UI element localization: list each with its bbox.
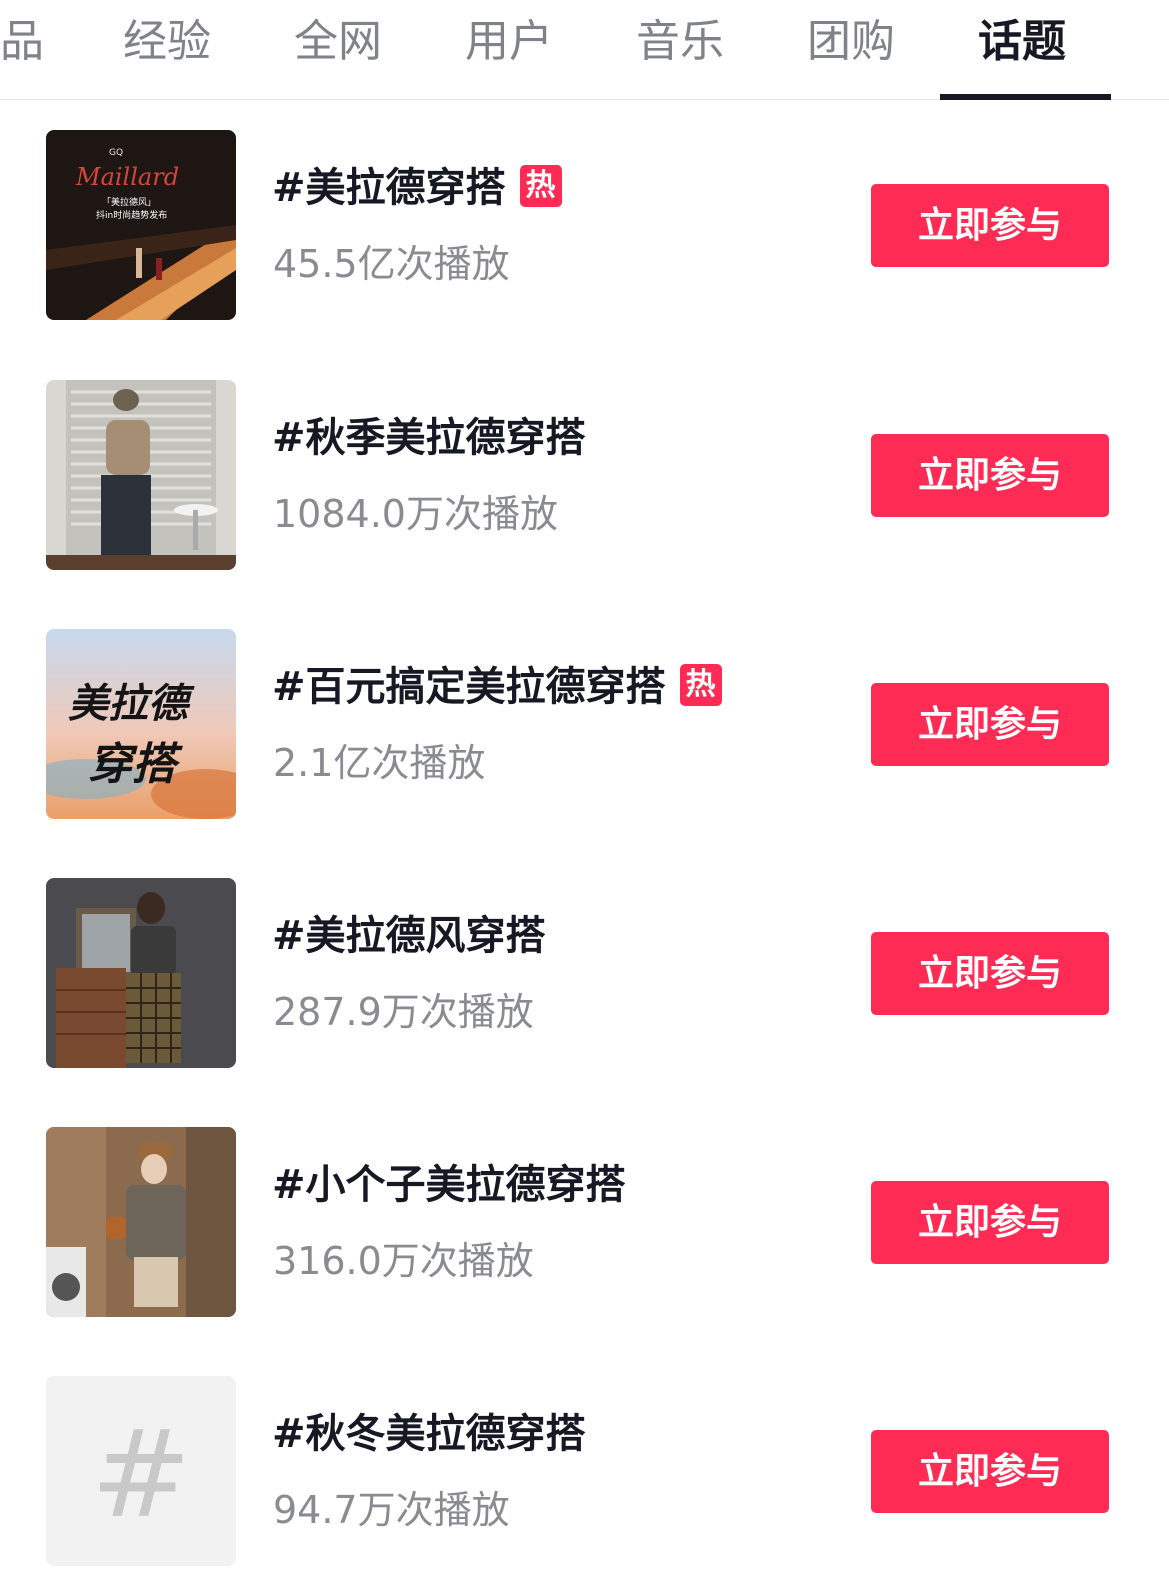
topic-item[interactable]: GQ Maillard 「美拉德风」 抖in时尚趋势发布 #美拉德穿搭热 45.… [0, 130, 1169, 320]
hot-badge: 热 [679, 664, 722, 706]
topic-play-count: 287.9万次播放 [273, 990, 534, 1034]
join-topic-button[interactable]: 立即参与 [871, 1181, 1109, 1264]
topic-title[interactable]: #小个子美拉德穿搭 [272, 1159, 626, 1211]
tab-topics[interactable]: 话题 [978, 12, 1066, 72]
topic-title-text: #秋季美拉德穿搭 [272, 415, 586, 461]
topic-title[interactable]: #百元搞定美拉德穿搭热 [272, 661, 722, 713]
script-title-text: Maillard [75, 163, 179, 191]
topic-play-count: 316.0万次播放 [273, 1239, 534, 1283]
topic-title[interactable]: #秋冬美拉德穿搭 [272, 1408, 586, 1460]
join-topic-button[interactable]: 立即参与 [871, 434, 1109, 517]
brand-logo-text: GQ [109, 148, 123, 158]
topic-thumbnail-image: 美拉德 穿搭 [46, 629, 236, 819]
topic-title-text: #百元搞定美拉德穿搭 [272, 664, 666, 710]
hashtag-placeholder-symbol: # [91, 1406, 192, 1545]
thumbnail-caption: 「美拉德风」 [102, 196, 156, 208]
topic-thumbnail[interactable]: # [46, 1376, 236, 1566]
thumbnail-title-text: 美拉德 [68, 680, 195, 727]
topic-title-text: #美拉德风穿搭 [272, 913, 546, 959]
topic-thumbnail[interactable]: GQ Maillard 「美拉德风」 抖in时尚趋势发布 [46, 130, 236, 320]
topic-thumbnail[interactable] [46, 380, 236, 570]
topic-play-count: 94.7万次播放 [273, 1488, 510, 1532]
topic-play-count: 45.5亿次播放 [273, 242, 510, 286]
hot-badge: 热 [519, 165, 562, 207]
topic-thumbnail-image [46, 380, 236, 570]
topic-play-count: 2.1亿次播放 [273, 741, 486, 785]
join-topic-button[interactable]: 立即参与 [871, 932, 1109, 1015]
join-topic-button[interactable]: 立即参与 [871, 184, 1109, 267]
search-tab-bar: 品 经验 全网 用户 音乐 团购 话题 [0, 0, 1169, 100]
topic-thumbnail[interactable] [46, 878, 236, 1068]
topic-thumbnail-image: GQ Maillard 「美拉德风」 抖in时尚趋势发布 [46, 130, 236, 320]
topic-thumbnail-image [46, 1127, 236, 1317]
tab-experience[interactable]: 经验 [123, 12, 211, 72]
tab-products[interactable]: 品 [0, 12, 44, 72]
topic-title-text: #美拉德穿搭 [272, 165, 506, 211]
tab-all[interactable]: 全网 [294, 12, 382, 72]
topic-item[interactable]: #小个子美拉德穿搭 316.0万次播放 立即参与 [0, 1127, 1169, 1317]
topic-item[interactable]: #秋季美拉德穿搭 1084.0万次播放 立即参与 [0, 380, 1169, 570]
tab-group-buy[interactable]: 团购 [807, 12, 895, 72]
topic-title[interactable]: #美拉德穿搭热 [272, 162, 562, 214]
topic-item[interactable]: #美拉德风穿搭 287.9万次播放 立即参与 [0, 878, 1169, 1068]
topic-title-text: #秋冬美拉德穿搭 [272, 1411, 586, 1457]
thumbnail-title-text: 穿搭 [88, 739, 183, 790]
topic-item[interactable]: 美拉德 穿搭 #百元搞定美拉德穿搭热 2.1亿次播放 立即参与 [0, 629, 1169, 819]
join-topic-button[interactable]: 立即参与 [871, 683, 1109, 766]
topic-thumbnail-image [46, 878, 236, 1068]
join-topic-button[interactable]: 立即参与 [871, 1430, 1109, 1513]
thumbnail-caption: 抖in时尚趋势发布 [96, 209, 167, 221]
active-tab-indicator [940, 94, 1111, 100]
tab-users[interactable]: 用户 [465, 12, 553, 72]
topic-title-text: #小个子美拉德穿搭 [272, 1162, 626, 1208]
topic-thumbnail[interactable] [46, 1127, 236, 1317]
tab-music[interactable]: 音乐 [636, 12, 724, 72]
hashtag-icon: # [46, 1376, 236, 1566]
topic-title[interactable]: #美拉德风穿搭 [272, 910, 546, 962]
topic-thumbnail[interactable]: 美拉德 穿搭 [46, 629, 236, 819]
topic-item[interactable]: # #秋冬美拉德穿搭 94.7万次播放 立即参与 [0, 1376, 1169, 1566]
topic-play-count: 1084.0万次播放 [273, 492, 558, 536]
topic-title[interactable]: #秋季美拉德穿搭 [272, 412, 586, 464]
